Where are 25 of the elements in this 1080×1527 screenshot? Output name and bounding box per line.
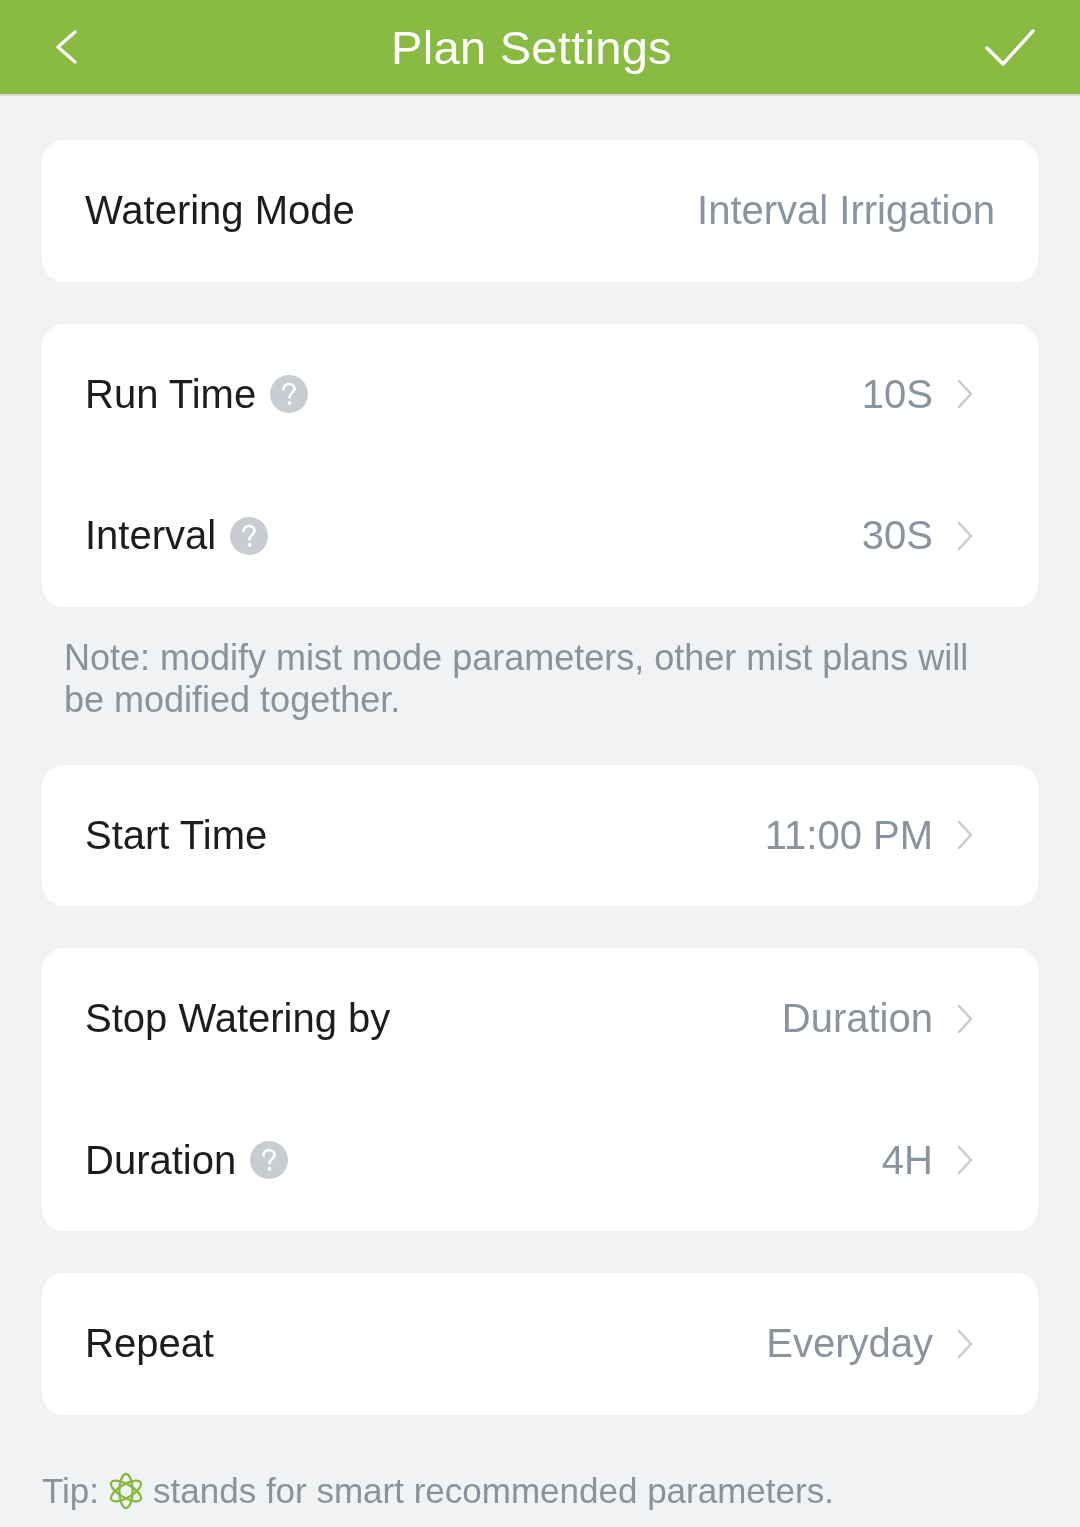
confirm-button[interactable] <box>984 27 1036 67</box>
help-icon[interactable] <box>250 1141 289 1180</box>
setting-label: Run Time <box>85 371 257 417</box>
setting-label: Repeat <box>85 1321 214 1367</box>
note-text: Note: modify mist mode parameters, other mist plans will be modified together. <box>63 636 970 721</box>
atom-icon <box>109 1471 144 1510</box>
setting-value-link[interactable]: Duration <box>781 996 933 1042</box>
setting-label: Stop Watering by <box>85 996 391 1042</box>
setting-label: Watering Mode <box>85 188 355 234</box>
setting-value-link[interactable]: 11:00 PM <box>764 812 933 858</box>
chevron-left-icon <box>54 30 78 64</box>
setting-label: Start Time <box>85 812 268 858</box>
setting-label: Interval <box>85 513 217 559</box>
help-icon[interactable] <box>270 375 309 414</box>
checkmark-icon <box>985 28 1035 66</box>
setting-value-link[interactable]: 30S <box>861 513 933 559</box>
page-title: Plan Settings <box>391 19 672 75</box>
setting-value: Interval Irrigation <box>697 188 995 234</box>
setting-value-link[interactable]: 10S <box>861 371 933 417</box>
setting-label: Duration <box>85 1137 237 1183</box>
help-icon[interactable] <box>230 516 269 555</box>
tip-text: stands for smart recommended parameters. <box>153 1470 834 1511</box>
setting-value-link[interactable]: 4H <box>881 1137 933 1183</box>
setting-value-link[interactable]: Everyday <box>766 1321 933 1367</box>
tip-label: Tip: <box>42 1470 100 1511</box>
